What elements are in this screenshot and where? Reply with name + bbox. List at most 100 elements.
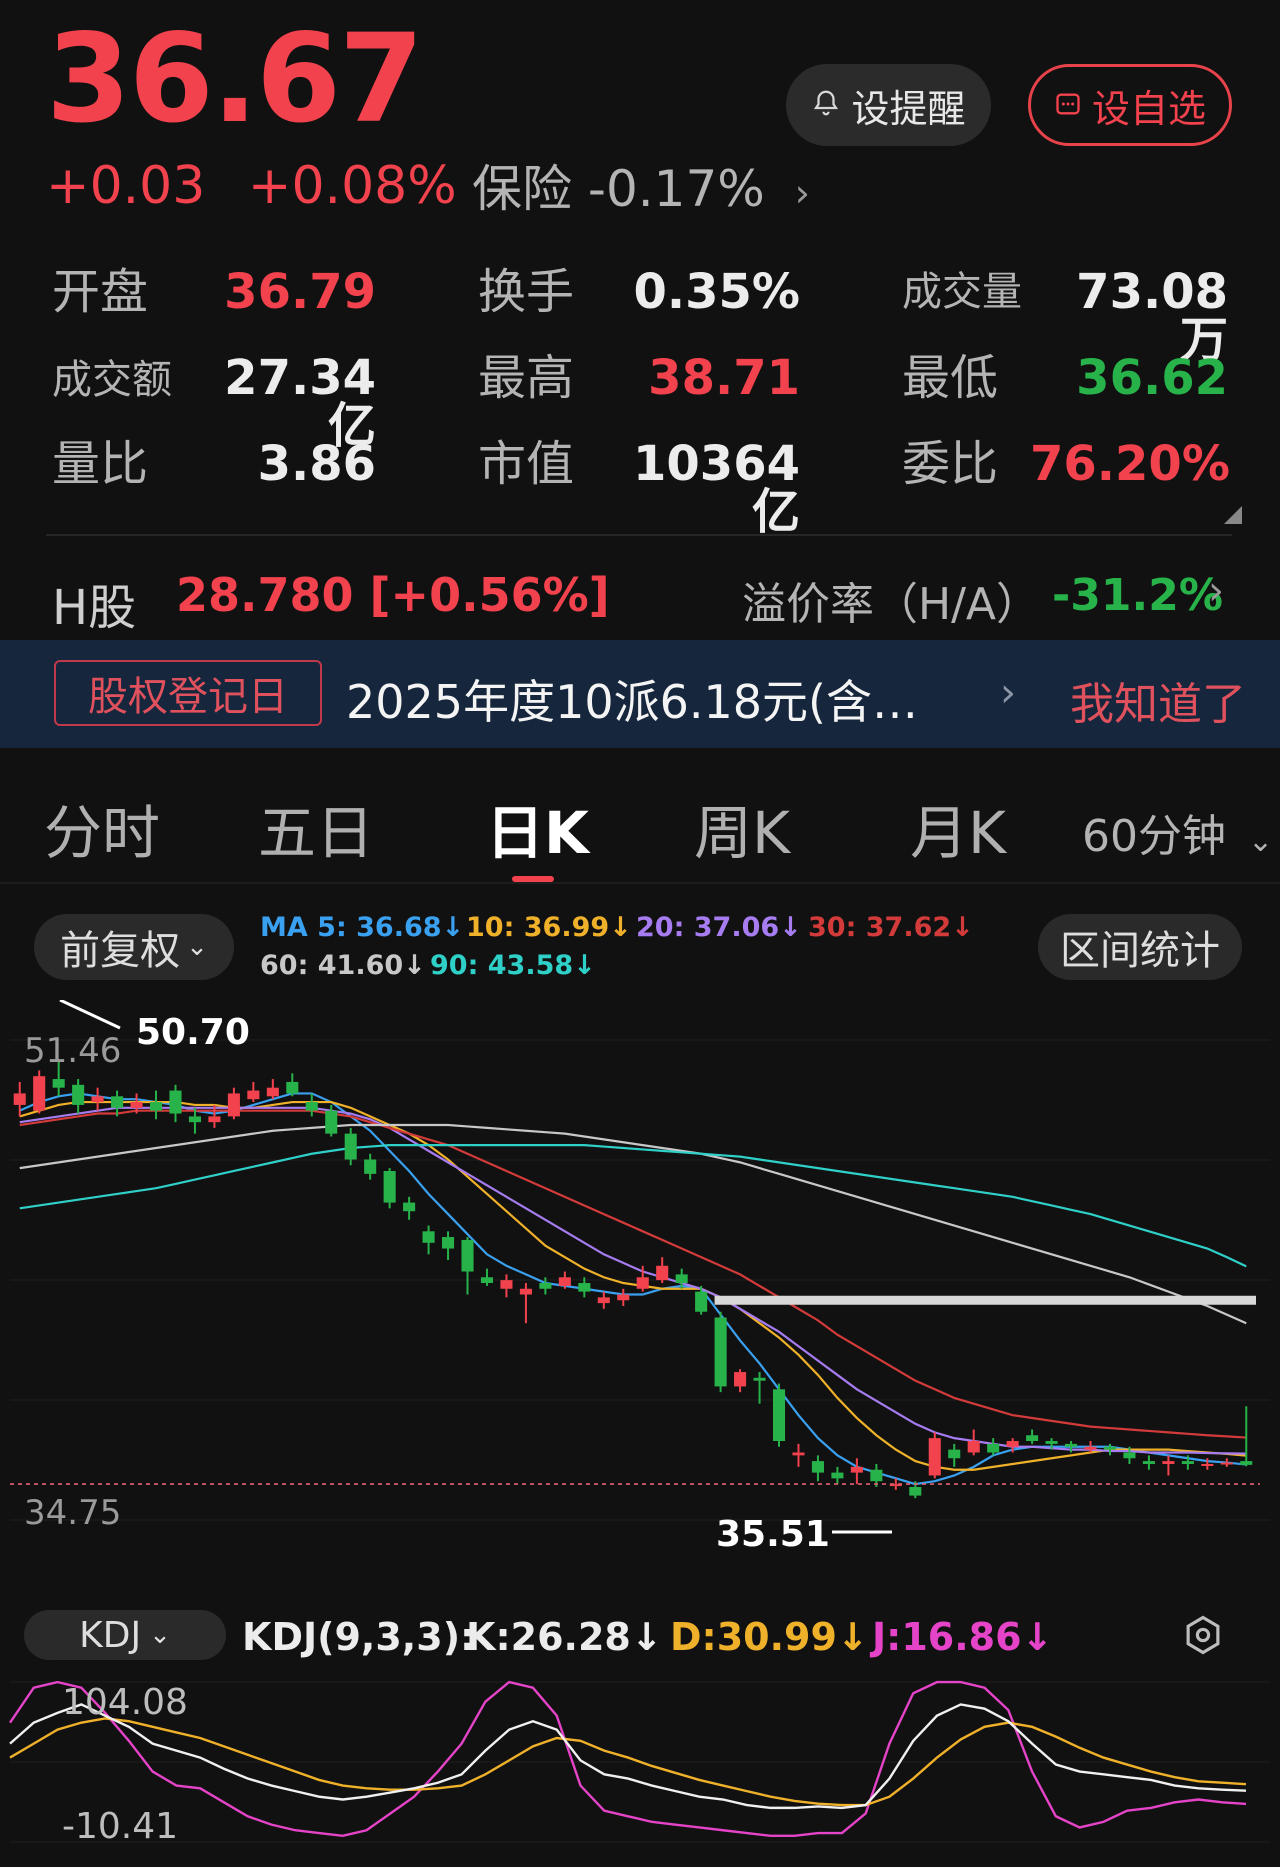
- tab-intraday[interactable]: 分时: [44, 786, 160, 870]
- candle: [987, 1438, 1000, 1456]
- high-value: 38.71: [648, 350, 800, 406]
- price-change: +0.03: [46, 156, 206, 216]
- price-adjust-dropdown[interactable]: 前复权 ⌄: [34, 914, 234, 980]
- candle: [461, 1237, 474, 1295]
- dismiss-notice-button[interactable]: 我知道了: [1070, 668, 1246, 732]
- tab-daily-k[interactable]: 日K: [486, 786, 589, 870]
- candle: [286, 1073, 299, 1097]
- divider: [0, 882, 1280, 884]
- premium-label: 溢价率（H/A）: [742, 579, 1041, 630]
- ma-line: [19, 1092, 1247, 1486]
- chevron-right-icon[interactable]: ›: [1208, 568, 1224, 614]
- candlestick-chart[interactable]: 51.46 34.75 50.70 35.51: [0, 1000, 1280, 1590]
- range-stats-button[interactable]: 区间统计: [1038, 914, 1242, 980]
- ma90-legend: 90: 43.58↓: [430, 950, 596, 981]
- candle: [422, 1225, 435, 1255]
- candle: [305, 1093, 318, 1117]
- candle: [33, 1070, 46, 1114]
- candle: [1026, 1429, 1039, 1444]
- ma30-legend: 30: 37.62↓: [808, 912, 974, 943]
- add-watchlist-button[interactable]: 设自选: [1028, 64, 1232, 146]
- price-axis-bottom: 34.75: [24, 1493, 121, 1533]
- set-alert-button[interactable]: 设提醒: [786, 64, 991, 146]
- candle: [811, 1455, 824, 1482]
- sector-name: 保险: [472, 160, 572, 218]
- expand-corner-icon[interactable]: [1224, 506, 1242, 524]
- ma10-legend: 10: 36.99↓: [466, 912, 632, 943]
- candle: [442, 1231, 455, 1261]
- kdj-k-value: K:26.28↓: [466, 1615, 663, 1659]
- sector-pct: -0.17%: [587, 160, 765, 218]
- chevron-right-icon: ›: [794, 171, 810, 215]
- candle: [403, 1196, 416, 1220]
- candle: [831, 1466, 844, 1485]
- kdj-axis-bottom: -10.41: [62, 1806, 178, 1847]
- notice-tag: 股权登记日: [54, 660, 322, 726]
- set-alert-label: 设提醒: [851, 86, 966, 131]
- open-label: 开盘: [52, 264, 149, 320]
- candle: [72, 1079, 85, 1114]
- ma-line: [19, 1100, 1247, 1471]
- kdj-k-line: [9, 1703, 1247, 1810]
- turnover-value: 0.35%: [633, 264, 800, 320]
- candle: [519, 1283, 532, 1324]
- settings-icon[interactable]: [1182, 1614, 1224, 1660]
- tab-minute-label: 60分钟: [1082, 811, 1226, 862]
- hshare-value: 28.780 [+0.56%]: [176, 568, 610, 622]
- hshare-label: H股: [52, 580, 137, 636]
- divider: [46, 534, 1232, 536]
- turnover-label: 换手: [478, 264, 575, 320]
- ma5-legend: MA 5: 36.68↓: [260, 912, 465, 943]
- candle: [480, 1268, 494, 1286]
- tab-minute-dropdown[interactable]: 60分钟 ⌄: [1082, 800, 1273, 864]
- market-cap-value: 10364亿: [633, 436, 800, 540]
- candle: [617, 1288, 630, 1306]
- chevron-down-icon: ⌄: [1248, 824, 1274, 859]
- candle: [169, 1084, 182, 1123]
- candle: [967, 1429, 980, 1456]
- tab-weekly-k[interactable]: 周K: [694, 786, 790, 870]
- max-marker-line: [59, 1000, 121, 1030]
- volume-label: 成交量: [902, 269, 1022, 315]
- kdj-j-line: [9, 1680, 1247, 1838]
- candle: [948, 1443, 961, 1467]
- candle: [597, 1291, 610, 1309]
- premium-value: -31.2%: [1052, 570, 1223, 621]
- bell-icon: [811, 83, 841, 127]
- notice-text[interactable]: 2025年度10派6.18元(含…: [346, 666, 946, 732]
- chevron-down-icon: ⌄: [186, 932, 208, 962]
- indicator-dropdown[interactable]: KDJ ⌄: [24, 1610, 226, 1660]
- candle: [500, 1274, 513, 1298]
- candle: [656, 1257, 669, 1284]
- change-row: +0.03 +0.08%: [46, 160, 483, 212]
- candle: [383, 1168, 396, 1209]
- amount-label: 成交额: [52, 357, 172, 403]
- sector-link[interactable]: 保险 -0.17% ›: [472, 164, 810, 214]
- candle: [734, 1369, 747, 1393]
- tab-monthly-k[interactable]: 月K: [910, 786, 1006, 870]
- market-cap-label: 市值: [478, 436, 575, 492]
- ma60-legend: 60: 41.60↓: [260, 950, 426, 981]
- candle: [91, 1087, 104, 1111]
- candle: [149, 1090, 163, 1120]
- candle: [753, 1372, 766, 1404]
- candle: [247, 1081, 260, 1103]
- candle: [792, 1443, 805, 1467]
- tab-five-day[interactable]: 五日: [258, 786, 374, 870]
- chevron-right-icon[interactable]: ›: [1000, 670, 1016, 716]
- candle: [772, 1383, 786, 1447]
- low-label: 最低: [902, 350, 999, 406]
- kdj-chart[interactable]: 104.08 -10.41: [0, 1674, 1280, 1867]
- last-price: 36.67: [46, 8, 424, 150]
- bid-ratio-label: 委比: [902, 436, 999, 492]
- ma-line: [19, 1144, 1247, 1268]
- add-watchlist-label: 设自选: [1091, 86, 1206, 131]
- price-axis-top: 51.46: [24, 1031, 121, 1071]
- kdj-d-value: D:30.99↓: [670, 1615, 869, 1659]
- volume-ratio-value: 3.86: [257, 436, 376, 492]
- ma20-legend: 20: 37.06↓: [636, 912, 802, 943]
- open-value: 36.79: [224, 264, 376, 320]
- high-label: 最高: [478, 350, 575, 406]
- bid-ratio-value: 76.20%: [1030, 436, 1230, 492]
- candle: [13, 1081, 26, 1117]
